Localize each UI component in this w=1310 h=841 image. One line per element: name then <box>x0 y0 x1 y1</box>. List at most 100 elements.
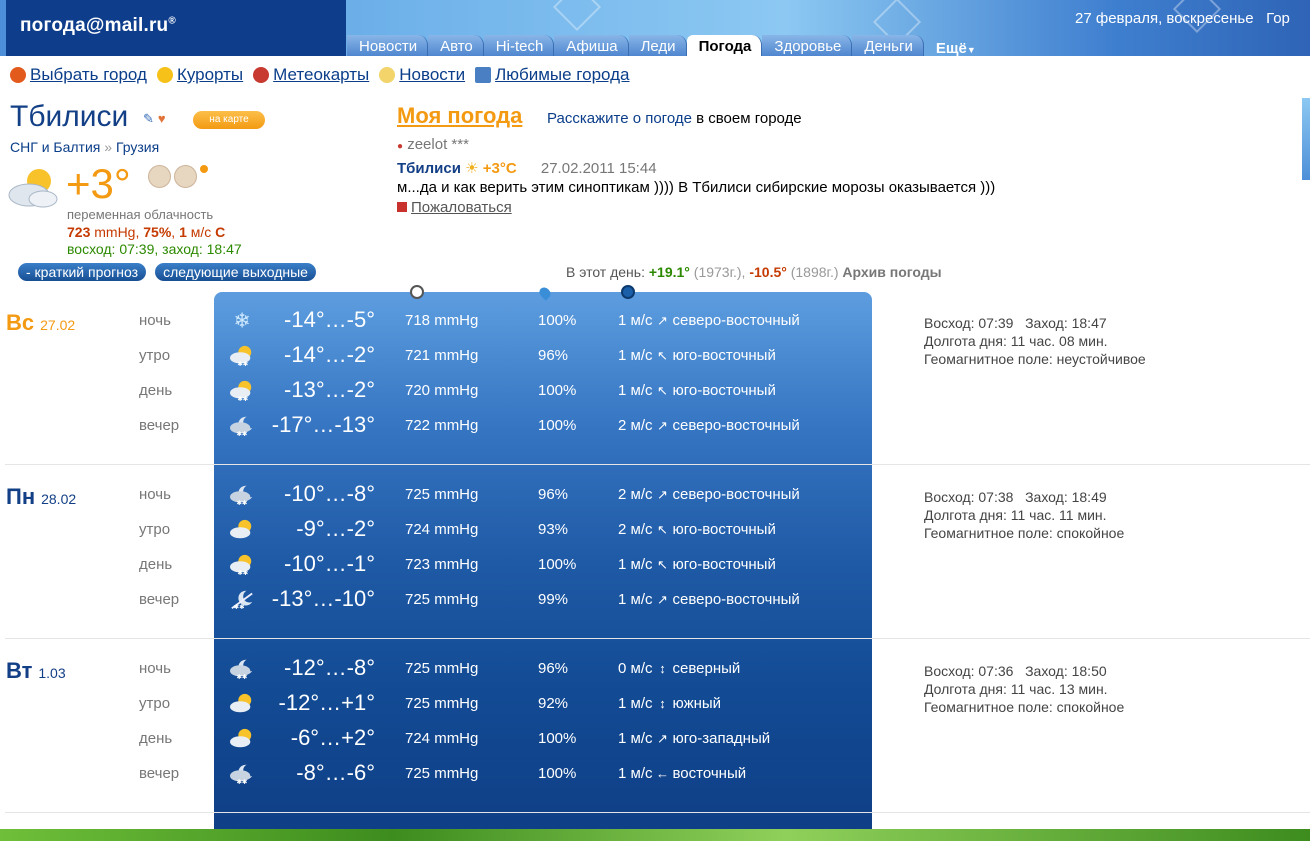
news-icon <box>379 67 396 83</box>
svg-text:✱✱: ✱✱ <box>236 431 247 438</box>
wind-legend-icon <box>621 285 635 299</box>
post-header: Тбилиси ☀ +3°C 27.02.2011 15:44 <box>397 159 657 177</box>
my-weather-tell: Расскажите о погоде в своем городе <box>547 110 802 127</box>
thumbs-down-icon[interactable] <box>174 165 197 188</box>
day-weekday: Вс <box>6 310 35 335</box>
nav-favorite-cities[interactable]: Любимые города <box>475 65 630 85</box>
footer-decoration <box>0 829 1310 841</box>
post-city: Тбилиси <box>397 160 461 177</box>
wind-info: 1 м/с ↗ северо-восточный <box>618 312 800 329</box>
breadcrumb-country[interactable]: Грузия <box>116 139 159 155</box>
humidity-value: 100% <box>538 730 577 747</box>
svg-text:✱✱: ✱✱ <box>237 361 248 368</box>
temperature-range: -9°…-2° <box>296 516 375 541</box>
sun-cloud-icon <box>230 519 252 539</box>
temperature-range: -17°…-13° <box>271 412 375 437</box>
help-icon[interactable] <box>200 165 208 173</box>
wind-info: 1 м/с ↖ юго-восточный <box>618 347 776 364</box>
tell-weather-link[interactable]: Расскажите о погоде <box>547 110 692 127</box>
header-extra[interactable]: Гор <box>1266 10 1290 27</box>
day-weekday: Вт <box>6 658 33 683</box>
site-header: погода@mail.ru® 27 февраля, воскресенье … <box>0 0 1310 56</box>
wind-direction: северо-восточный <box>672 486 800 503</box>
post-temperature: +3°C <box>482 160 517 177</box>
nav-resorts[interactable]: Курорты <box>156 65 243 85</box>
wind-speed: 1 м/с <box>618 765 653 782</box>
wind-direction: юго-восточный <box>672 521 776 538</box>
tab-weather[interactable]: Погода <box>686 35 763 56</box>
snowflake-icon: ❄ <box>233 310 250 332</box>
wind-speed: 2 м/с <box>618 417 653 434</box>
period-label: день <box>139 730 173 747</box>
pressure-unit: mmHg, <box>94 224 140 240</box>
moon-cloud-snow-icon: ✱✱ <box>230 659 253 681</box>
sun-cloud-snow-icon: ✱✱ <box>230 345 252 368</box>
current-stats: 723 mmHg, 75%, 1 м/с С <box>67 224 225 240</box>
humidity-value: 100% <box>538 312 577 329</box>
wind-arrow-icon: ↗ <box>657 418 668 433</box>
tab-news[interactable]: Новости <box>347 35 429 56</box>
wind-arrow-icon: ↕ <box>659 661 666 676</box>
user-link[interactable]: zeelot *** <box>407 136 469 153</box>
breadcrumb: СНГ и Балтия » Грузия <box>10 139 159 155</box>
my-weather-title[interactable]: Моя погода <box>397 103 522 129</box>
favorite-add-icon[interactable]: ♥ <box>158 111 166 127</box>
tab-health[interactable]: Здоровье <box>762 35 853 56</box>
edit-icon[interactable]: ✎ <box>143 111 154 127</box>
wind-info: 0 м/с ↕ северный <box>618 660 740 677</box>
nav-choose-city[interactable]: Выбрать город <box>10 65 147 85</box>
wind-speed: 2 м/с <box>618 521 653 538</box>
svg-text:✱✱: ✱✱ <box>234 604 245 611</box>
next-weekend-button[interactable]: следующие выходные <box>155 263 316 281</box>
complain-link[interactable]: Пожаловаться <box>397 199 512 216</box>
side-banner <box>1302 98 1310 180</box>
period-label: утро <box>139 347 171 364</box>
city-title: Тбилиси <box>10 100 129 133</box>
humidity-value: 99% <box>538 591 569 608</box>
current-temperature: +3° <box>66 160 131 207</box>
wind-info: 1 м/с ↖ юго-восточный <box>618 556 776 573</box>
breadcrumb-region[interactable]: СНГ и Балтия <box>10 139 100 155</box>
humidity-value: 100% <box>538 765 577 782</box>
rating-thumbs <box>148 165 208 188</box>
temperature-range: -14°…-2° <box>284 342 375 367</box>
nav-news[interactable]: Новости <box>379 65 465 85</box>
nav-weather-maps[interactable]: Метеокарты <box>253 65 369 85</box>
tab-lady[interactable]: Леди <box>628 35 687 56</box>
weather-archive-link[interactable]: Архив погоды <box>842 264 941 280</box>
thumbs-up-icon[interactable] <box>148 165 171 188</box>
tab-auto[interactable]: Авто <box>428 35 484 56</box>
day-date: 1.03 <box>38 665 66 681</box>
humidity-value: 96% <box>538 347 569 364</box>
wind-direction: С <box>215 224 226 240</box>
tab-more[interactable]: Ещё▼ <box>924 35 986 56</box>
svg-text:✱✱: ✱✱ <box>237 396 248 403</box>
sunrise-sunset-line: Восход: 07:39 Заход: 18:47 <box>924 315 1107 331</box>
day-date: 27.02 <box>40 317 76 333</box>
post-user: ● zeelot *** <box>397 136 469 153</box>
snowflake-decoration <box>552 0 602 32</box>
day-name: Вт 1.03 <box>6 658 66 684</box>
period-label: ночь <box>139 312 171 329</box>
wind-speed: 1 м/с <box>618 695 653 712</box>
sun-cloud-icon <box>230 693 252 713</box>
pressure-value: 724 mmHg <box>405 730 479 747</box>
wind-direction: юго-восточный <box>672 347 776 364</box>
on-map-button[interactable]: на карте <box>193 111 265 129</box>
day-sun-info: Восход: 07:36 Заход: 18:50 Долгота дня: 1… <box>924 662 1124 716</box>
wind-info: 1 м/с ↗ северо-восточный <box>618 591 800 608</box>
wind-arrow-icon: ↗ <box>657 592 668 607</box>
more-label: Ещё <box>935 40 967 56</box>
tab-afisha[interactable]: Афиша <box>554 35 629 56</box>
sun-icon <box>156 67 173 83</box>
period-label: утро <box>139 521 171 538</box>
record-min-year: (1898г.) <box>790 264 839 280</box>
tab-hitech[interactable]: Hi-tech <box>483 35 555 56</box>
temperature-range: -14°…-5° <box>284 307 375 332</box>
site-logo[interactable]: погода@mail.ru® <box>20 15 176 37</box>
pressure-value: 723 mmHg <box>405 556 479 573</box>
day-length-line: Долгота дня: 11 час. 13 мин. <box>924 681 1108 697</box>
tab-money[interactable]: Деньги <box>852 35 924 56</box>
short-forecast-button[interactable]: - краткий прогноз <box>18 263 147 281</box>
wind-speed: 1 м/с <box>618 382 653 399</box>
